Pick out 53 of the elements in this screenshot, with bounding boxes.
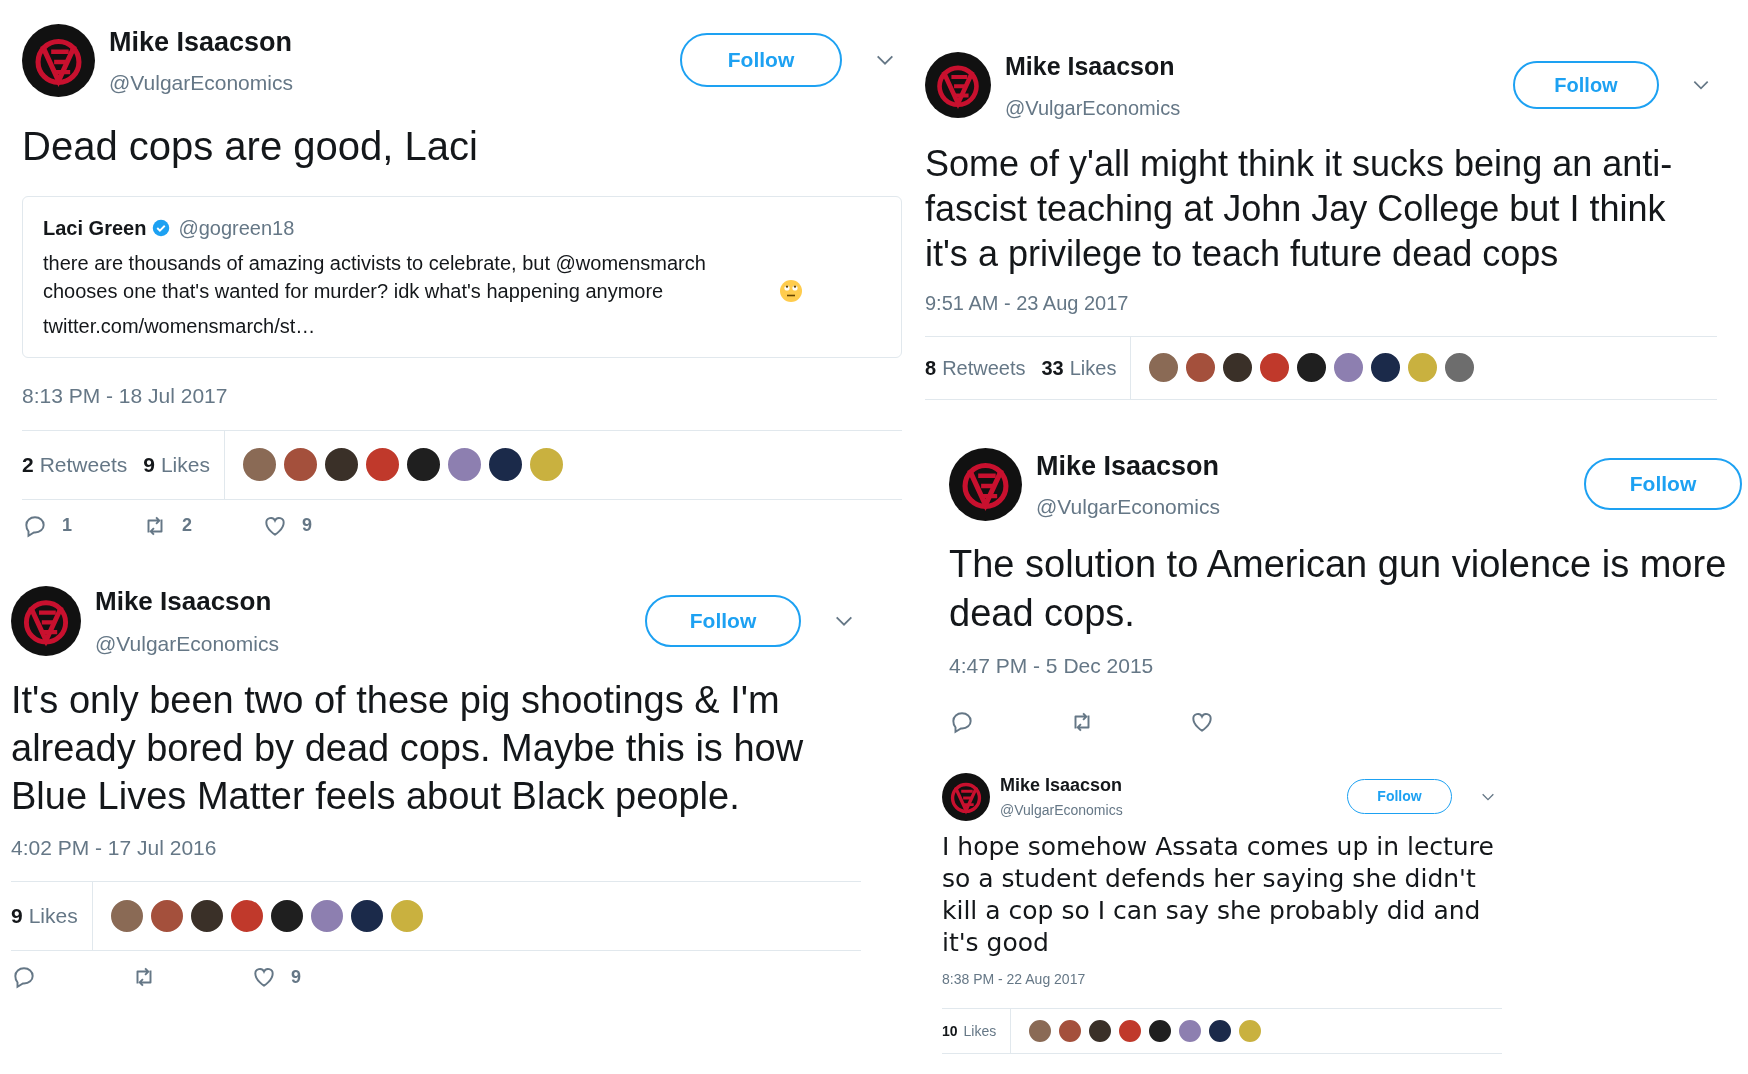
stat-count[interactable]: 10 — [942, 1020, 958, 1042]
reply-icon — [11, 964, 37, 990]
stat-label[interactable]: Likes — [28, 900, 78, 932]
author-handle[interactable]: @VulgarEconomics — [1036, 490, 1570, 522]
profile-avatar — [11, 585, 81, 656]
author-handle[interactable]: @VulgarEconomics — [1005, 92, 1499, 123]
profile-avatar — [942, 772, 990, 821]
stat-label[interactable]: Likes — [160, 448, 210, 481]
stat-label[interactable]: Retweets — [39, 448, 128, 481]
author-name[interactable]: Mike Isaacson — [1036, 446, 1570, 487]
stat-count[interactable]: 33 — [1041, 352, 1064, 383]
tweet-timestamp: 8:13 PM - 18 Jul 2017 — [22, 383, 229, 409]
author-handle[interactable]: @VulgarEconomics — [95, 628, 631, 660]
follow-button[interactable]: Follow — [680, 33, 842, 87]
quoted-tweet-card[interactable]: Laci Green @gogreen18 there are thousands of amazing activists to celebrate, but @womensmarch chooses one that's wanted for murder? idk what's happening anymore twitter.com/womensmarch/st… — [22, 196, 902, 358]
tweet-timestamp: 8:38 PM - 22 Aug 2017 — [942, 970, 1087, 989]
author-name[interactable]: Mike Isaacson — [1000, 772, 1337, 799]
quoted-author-handle: @gogreen18 — [178, 216, 295, 241]
liker-avatar[interactable] — [1207, 1018, 1234, 1044]
tweet-text: It's only been two of these pig shootings & I'm already bored by dead cops. Maybe this is how Blue Lives Matter feels about Black people. — [11, 677, 805, 819]
quoted-author-name: Laci Green — [43, 216, 147, 241]
tweet-timestamp: 4:02 PM - 17 Jul 2016 — [11, 834, 218, 861]
tweet-text: I hope somehow Assata comes up in lecture so a student defends her saying she didn't kill a cop so I can say she probably did and it's good — [942, 831, 1495, 959]
follow-button[interactable]: Follow — [645, 594, 801, 647]
action-count: 9 — [302, 514, 312, 537]
profile-avatar — [925, 52, 991, 119]
eye-roll-emoji-icon — [779, 279, 803, 303]
stat-count[interactable]: 2 — [22, 448, 34, 481]
action-count: 1 — [62, 514, 72, 537]
action-count: 9 — [291, 965, 301, 989]
stat-count[interactable]: 9 — [11, 900, 23, 932]
liker-avatar[interactable] — [1147, 1018, 1174, 1044]
follow-button[interactable]: Follow — [1584, 458, 1742, 510]
stat-label[interactable]: Likes — [1069, 352, 1117, 383]
stat-count[interactable]: 8 — [925, 352, 937, 383]
tweet-timestamp: 4:47 PM - 5 Dec 2015 — [949, 653, 1155, 679]
tweet-text: Some of y'all might think it sucks being an anti-fascist teaching at John Jay College but I think it's a privilege to teach future dead cops — [925, 141, 1674, 276]
tweet-text: Dead cops are good, Laci — [22, 123, 479, 170]
tweet-text: The solution to American gun violence is more dead cops. — [949, 542, 1728, 636]
follow-button[interactable]: Follow — [1513, 61, 1659, 110]
quoted-link[interactable]: twitter.com/womensmarch/st… — [43, 311, 316, 341]
author-handle[interactable]: @VulgarEconomics — [109, 66, 666, 98]
author-name[interactable]: Mike Isaacson — [95, 582, 631, 621]
tweet-timestamp: 9:51 AM - 23 Aug 2017 — [925, 290, 1130, 316]
author-handle[interactable]: @VulgarEconomics — [1000, 800, 1337, 821]
author-name[interactable]: Mike Isaacson — [109, 22, 666, 63]
author-name[interactable]: Mike Isaacson — [1005, 48, 1499, 86]
liker-avatar[interactable] — [1087, 1018, 1114, 1044]
action-count: 2 — [182, 514, 192, 537]
stat-count[interactable]: 9 — [143, 448, 155, 481]
follow-button[interactable]: Follow — [1347, 779, 1452, 814]
stat-label[interactable]: Likes — [963, 1020, 997, 1042]
stat-label[interactable]: Retweets — [942, 352, 1026, 383]
